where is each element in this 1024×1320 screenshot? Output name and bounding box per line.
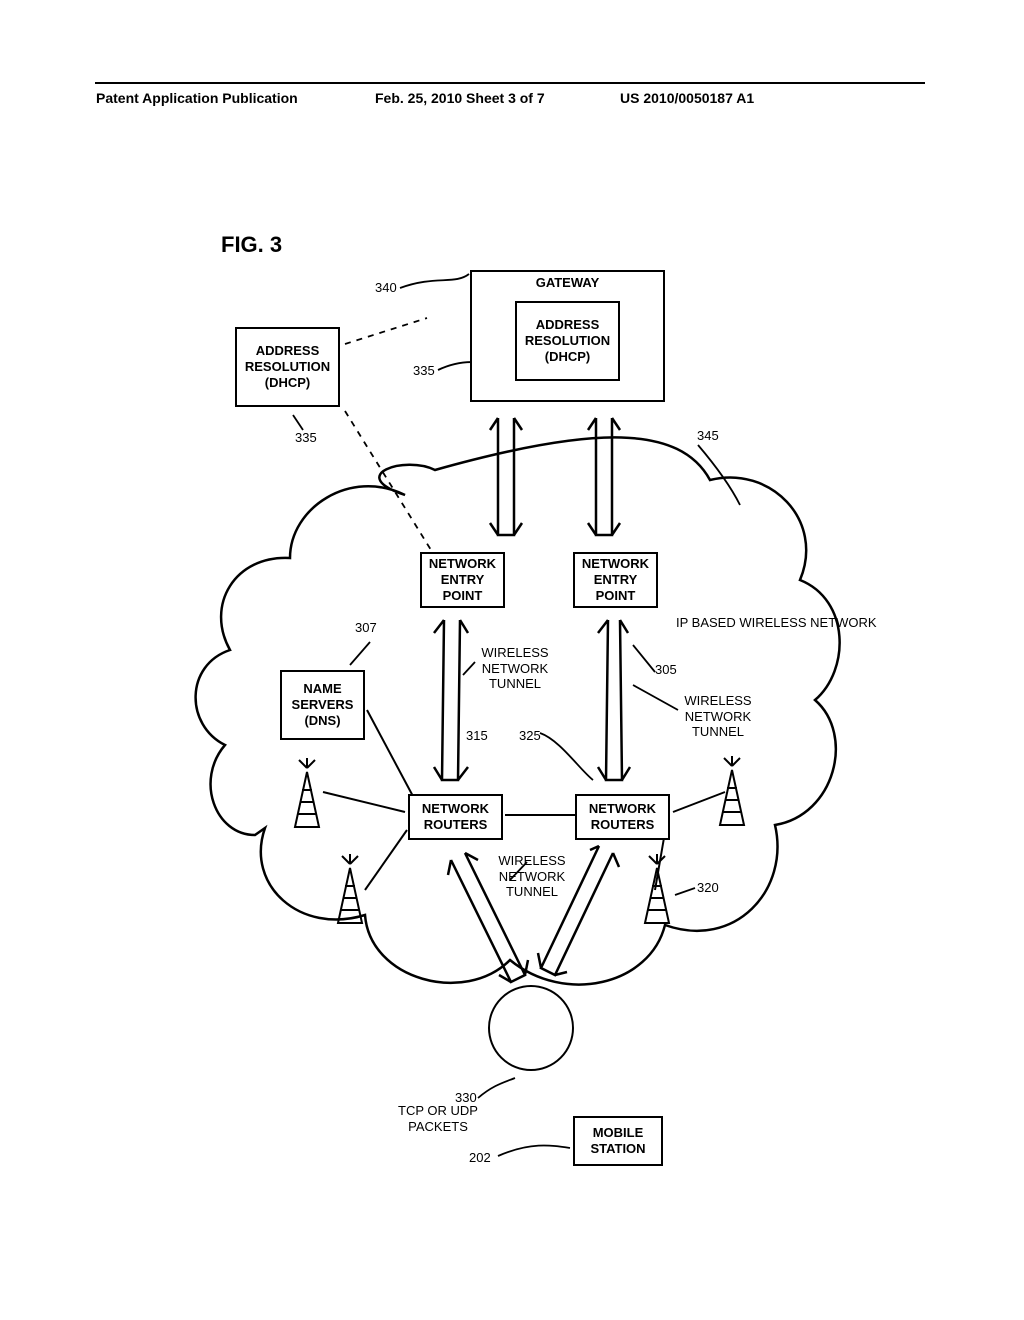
figure-title: FIG. 3 — [221, 232, 282, 258]
dhcp-external-label: ADDRESS RESOLUTION (DHCP) — [237, 343, 338, 392]
ref-307: 307 — [355, 620, 377, 635]
network-entry-point-2: NETWORK ENTRY POINT — [573, 552, 658, 608]
header-rule — [95, 82, 925, 84]
mobile-station-box: MOBILE STATION — [573, 1116, 663, 1166]
ref-340: 340 — [375, 280, 397, 295]
ms-label: MOBILE STATION — [575, 1125, 661, 1158]
dns-box: NAME SERVERS (DNS) — [280, 670, 365, 740]
network-router-1: NETWORK ROUTERS — [408, 794, 503, 840]
ref-325: 325 — [519, 728, 541, 743]
dhcp-external-box: ADDRESS RESOLUTION (DHCP) — [235, 327, 340, 407]
header-left: Patent Application Publication — [96, 90, 298, 106]
ref-202: 202 — [469, 1150, 491, 1165]
wireless-tunnel-label-3: WIRELESS NETWORK TUNNEL — [492, 853, 572, 900]
wireless-tunnel-label-1: WIRELESS NETWORK TUNNEL — [475, 645, 555, 692]
network-router-2: NETWORK ROUTERS — [575, 794, 670, 840]
wireless-tunnel-label-2: WIRELESS NETWORK TUNNEL — [678, 693, 758, 740]
ref-315: 315 — [466, 728, 488, 743]
ref-335a: 335 — [413, 363, 435, 378]
nep2-label: NETWORK ENTRY POINT — [575, 556, 656, 605]
tcp-udp-label: TCP OR UDP PACKETS — [393, 1103, 483, 1134]
dhcp-inner-label: ADDRESS RESOLUTION (DHCP) — [517, 317, 618, 366]
ref-320: 320 — [697, 880, 719, 895]
dns-label: NAME SERVERS (DNS) — [282, 681, 363, 730]
ref-335b: 335 — [295, 430, 317, 445]
nr2-label: NETWORK ROUTERS — [577, 801, 668, 834]
ref-305: 305 — [655, 662, 677, 677]
gateway-label: GATEWAY — [536, 275, 600, 291]
nr1-label: NETWORK ROUTERS — [410, 801, 501, 834]
gateway-box: GATEWAY ADDRESS RESOLUTION (DHCP) — [470, 270, 665, 402]
nep1-label: NETWORK ENTRY POINT — [422, 556, 503, 605]
header-right: US 2010/0050187 A1 — [620, 90, 754, 106]
ref-345: 345 — [697, 428, 719, 443]
network-entry-point-1: NETWORK ENTRY POINT — [420, 552, 505, 608]
ip-based-network-label: IP BASED WIRELESS NETWORK — [676, 615, 877, 631]
dhcp-inner-box: ADDRESS RESOLUTION (DHCP) — [515, 301, 620, 381]
figure-3-diagram: GATEWAY ADDRESS RESOLUTION (DHCP) ADDRES… — [95, 270, 925, 1190]
header-center: Feb. 25, 2010 Sheet 3 of 7 — [375, 90, 545, 106]
packet-circle — [488, 985, 574, 1071]
